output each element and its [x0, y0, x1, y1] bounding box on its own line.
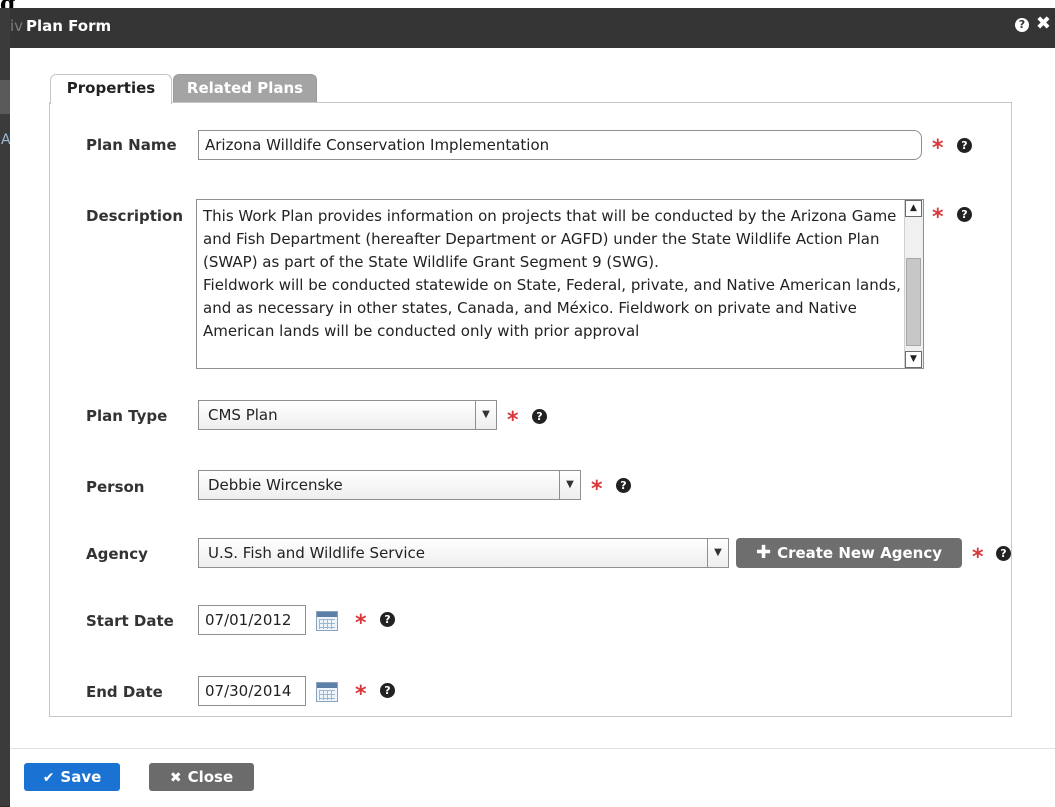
question-circle-icon[interactable]: ?	[1015, 18, 1029, 32]
start-date-input[interactable]: 07/01/2012	[198, 605, 306, 635]
person-value: Debbie Wircenske	[208, 476, 343, 494]
required-asterisk: *	[355, 611, 367, 636]
required-asterisk: *	[355, 682, 367, 707]
dialog-titlebar[interactable]: iv Plan Form ? ✖	[10, 8, 1055, 48]
close-icon[interactable]: ✖	[1036, 14, 1051, 34]
question-circle-icon[interactable]: ?	[380, 683, 395, 698]
required-asterisk: *	[591, 477, 603, 502]
scrollbar-thumb[interactable]	[906, 258, 921, 346]
chevron-down-icon[interactable]: ▼	[559, 471, 580, 499]
background-toolbar-fragment	[0, 80, 10, 114]
scroll-up-arrow-icon[interactable]: ▲	[905, 200, 922, 217]
dialog-title: Plan Form	[26, 17, 112, 35]
tab-properties[interactable]: Properties	[50, 74, 172, 104]
create-new-agency-label: Create New Agency	[777, 544, 943, 562]
question-circle-icon[interactable]: ?	[380, 612, 395, 627]
save-button[interactable]: ✔ Save	[24, 763, 120, 791]
required-asterisk: *	[932, 205, 944, 230]
required-asterisk: *	[972, 545, 984, 570]
end-date-input[interactable]: 07/30/2014	[198, 676, 306, 706]
chevron-down-icon[interactable]: ▼	[707, 539, 728, 567]
person-select[interactable]: Debbie Wircenske ▼	[198, 470, 581, 500]
plan-name-input[interactable]: Arizona Willdife Conservation Implementa…	[198, 130, 922, 160]
close-button[interactable]: ✖ Close	[149, 763, 254, 791]
start-date-label: Start Date	[86, 612, 174, 630]
required-asterisk: *	[507, 408, 519, 433]
calendar-icon[interactable]	[316, 611, 338, 631]
tab-related-plans[interactable]: Related Plans	[173, 74, 317, 103]
agency-value: U.S. Fish and Wildlife Service	[208, 544, 425, 562]
plan-form-dialog: iv Plan Form ? ✖ Properties Related Plan…	[10, 8, 1055, 807]
end-date-label: End Date	[86, 683, 163, 701]
question-circle-icon[interactable]: ?	[996, 546, 1011, 561]
plan-type-label: Plan Type	[86, 407, 168, 425]
plan-type-select[interactable]: CMS Plan ▼	[198, 400, 497, 430]
create-new-agency-button[interactable]: ✚ Create New Agency	[736, 538, 962, 568]
agency-select[interactable]: U.S. Fish and Wildlife Service ▼	[198, 538, 729, 568]
close-icon: ✖	[169, 770, 182, 786]
plan-type-value: CMS Plan	[208, 406, 278, 424]
plus-icon: ✚	[755, 542, 772, 563]
save-button-label: Save	[60, 768, 102, 786]
background-app-strip	[0, 0, 1055, 8]
chevron-down-icon[interactable]: ▼	[475, 401, 496, 429]
background-app-left-edge: A	[0, 8, 11, 806]
background-title-fragment: iv	[10, 17, 24, 35]
question-circle-icon[interactable]: ?	[616, 478, 631, 493]
description-label: Description	[86, 207, 184, 225]
dialog-footer: ✔ Save ✖ Close	[10, 748, 1055, 807]
question-circle-icon[interactable]: ?	[957, 207, 972, 222]
plan-name-label: Plan Name	[86, 136, 177, 154]
description-text[interactable]: This Work Plan provides information on p…	[203, 205, 901, 343]
person-label: Person	[86, 478, 145, 496]
calendar-icon[interactable]	[316, 682, 338, 702]
agency-label: Agency	[86, 545, 148, 563]
description-textarea[interactable]: This Work Plan provides information on p…	[196, 199, 924, 369]
properties-panel	[49, 102, 1012, 717]
required-asterisk: *	[932, 136, 944, 161]
question-circle-icon[interactable]: ?	[532, 409, 547, 424]
checkmark-icon: ✔	[42, 770, 55, 786]
scroll-down-arrow-icon[interactable]: ▼	[905, 351, 922, 368]
description-scrollbar[interactable]: ▲ ▼	[904, 200, 923, 368]
close-button-label: Close	[187, 768, 234, 786]
question-circle-icon[interactable]: ?	[957, 138, 972, 153]
